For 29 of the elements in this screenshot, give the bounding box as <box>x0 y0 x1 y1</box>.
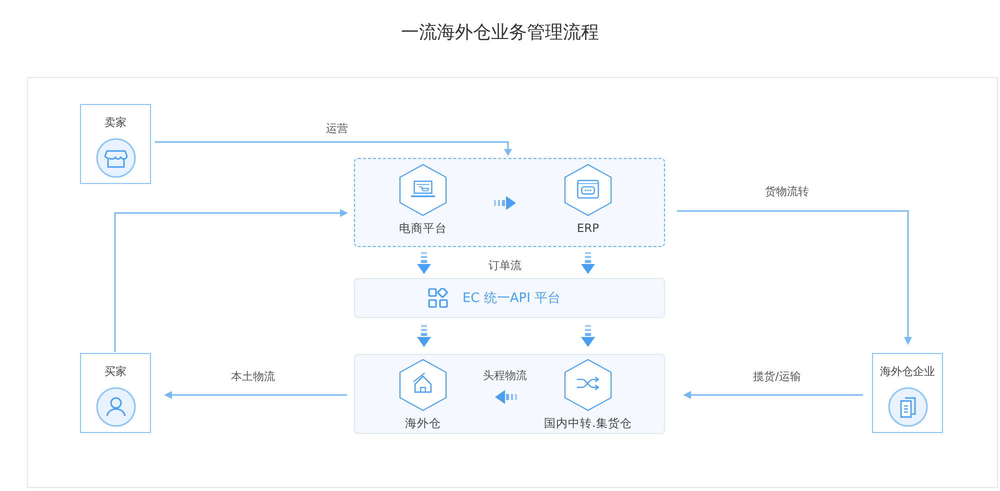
flow-arrow-icon <box>581 325 595 347</box>
laptop-cart-icon <box>397 163 449 217</box>
flow-label: 头程物流 <box>483 368 527 383</box>
flow-arrow-icon <box>495 390 517 404</box>
document-icon <box>888 387 928 427</box>
store-icon <box>96 138 136 178</box>
node-label: 买家 <box>104 364 126 379</box>
node-label: 卖家 <box>104 115 126 130</box>
grid-icon <box>428 288 448 308</box>
flow-arrow-icon <box>417 252 431 274</box>
house-icon <box>397 358 449 412</box>
api-platform-label: EC 统一API 平台 <box>462 290 561 307</box>
browser-window-icon <box>562 163 614 217</box>
diagram-title: 一流海外仓业务管理流程 <box>401 20 599 44</box>
flow-label: 运营 <box>326 121 348 136</box>
node-label: 电商平台 <box>399 221 447 236</box>
flow-label: 订单流 <box>488 258 522 273</box>
shuffle-icon <box>562 358 614 412</box>
node-label: 国内中转.集货仓 <box>544 416 632 431</box>
flow-label: 本土物流 <box>231 369 275 384</box>
flow-label: 货物流转 <box>765 184 809 199</box>
node-label: 海外仓 <box>405 416 441 431</box>
node-label: ERP <box>576 221 600 235</box>
flow-arrow-icon <box>417 325 431 347</box>
node-label: 海外仓企业 <box>880 364 935 379</box>
person-icon <box>96 387 136 427</box>
flow-arrow-icon <box>494 196 516 210</box>
flow-arrow-icon <box>581 252 595 274</box>
flow-label: 揽货/运输 <box>753 369 801 384</box>
